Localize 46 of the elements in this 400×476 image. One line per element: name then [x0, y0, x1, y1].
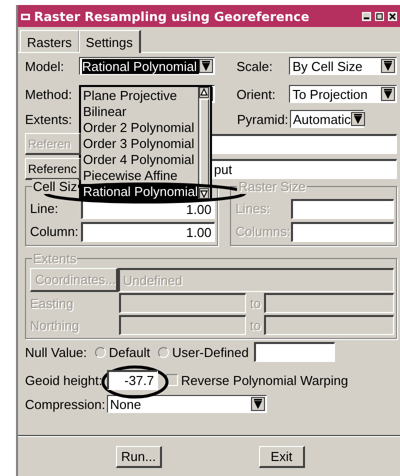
field-label: Extents:	[25, 112, 73, 126]
field-label: Scale:	[236, 58, 274, 74]
field-label: Model:	[25, 58, 66, 74]
caret-icon	[381, 59, 395, 73]
field-label: Pyramid:	[237, 112, 290, 126]
radio-label[interactable]: User-Defined	[172, 344, 249, 360]
annotation-ellipse	[100, 365, 170, 399]
caret-icon	[199, 59, 214, 73]
compression-dropdown[interactable]: None	[107, 395, 267, 413]
caret-icon	[251, 397, 265, 411]
scrollbar[interactable]	[198, 87, 210, 199]
radio-label[interactable]: Default	[108, 344, 150, 360]
dialog-button[interactable]: Run...	[116, 446, 162, 468]
field-label: Null Value:	[25, 344, 87, 360]
null-value-field[interactable]	[254, 342, 335, 362]
list-item[interactable]: Plane Projective	[81, 88, 198, 104]
field-label: Orient:	[236, 86, 276, 102]
caret-icon	[350, 112, 365, 126]
window-menu-icon	[21, 12, 30, 20]
list-item[interactable]: Order 3 Polynomial	[81, 136, 198, 152]
field-label: Compression:	[25, 396, 106, 412]
scale-dropdown[interactable]: By Cell Size	[289, 57, 397, 75]
pyramid-dropdown[interactable]: Automatic	[290, 110, 364, 128]
field-label: Line:	[30, 201, 60, 216]
tab[interactable]: Rasters	[20, 30, 79, 52]
field-label: Geoid height:	[25, 372, 104, 388]
group-title: Cell Siz	[32, 179, 78, 194]
radio-button[interactable]	[94, 346, 106, 358]
model-dropdown[interactable]: Rational Polynomial	[79, 57, 216, 75]
minimize-icon	[362, 12, 371, 20]
maximize-icon	[375, 12, 384, 20]
field-label: Method:	[25, 86, 73, 102]
caret-icon	[381, 87, 395, 101]
geoid-height-field[interactable]: -37.7	[107, 370, 158, 390]
orient-dropdown[interactable]: To Projection	[289, 85, 397, 103]
list-item[interactable]: Order 2 Polynomial	[81, 120, 198, 136]
field-label: Column:	[30, 224, 80, 239]
close-icon	[388, 12, 397, 20]
list-item[interactable]: Bilinear	[81, 104, 198, 120]
reference-button[interactable]: Referenc	[25, 158, 81, 180]
checkbox-label[interactable]: Reverse Polynomial Warping	[181, 372, 348, 388]
tab[interactable]: Settings	[78, 30, 141, 53]
radio-button[interactable]	[158, 346, 170, 358]
window-title: Raster Resampling using Georeference	[34, 8, 310, 24]
dialog-button[interactable]: Exit	[259, 446, 305, 468]
number-field[interactable]: 1.00	[81, 222, 216, 242]
